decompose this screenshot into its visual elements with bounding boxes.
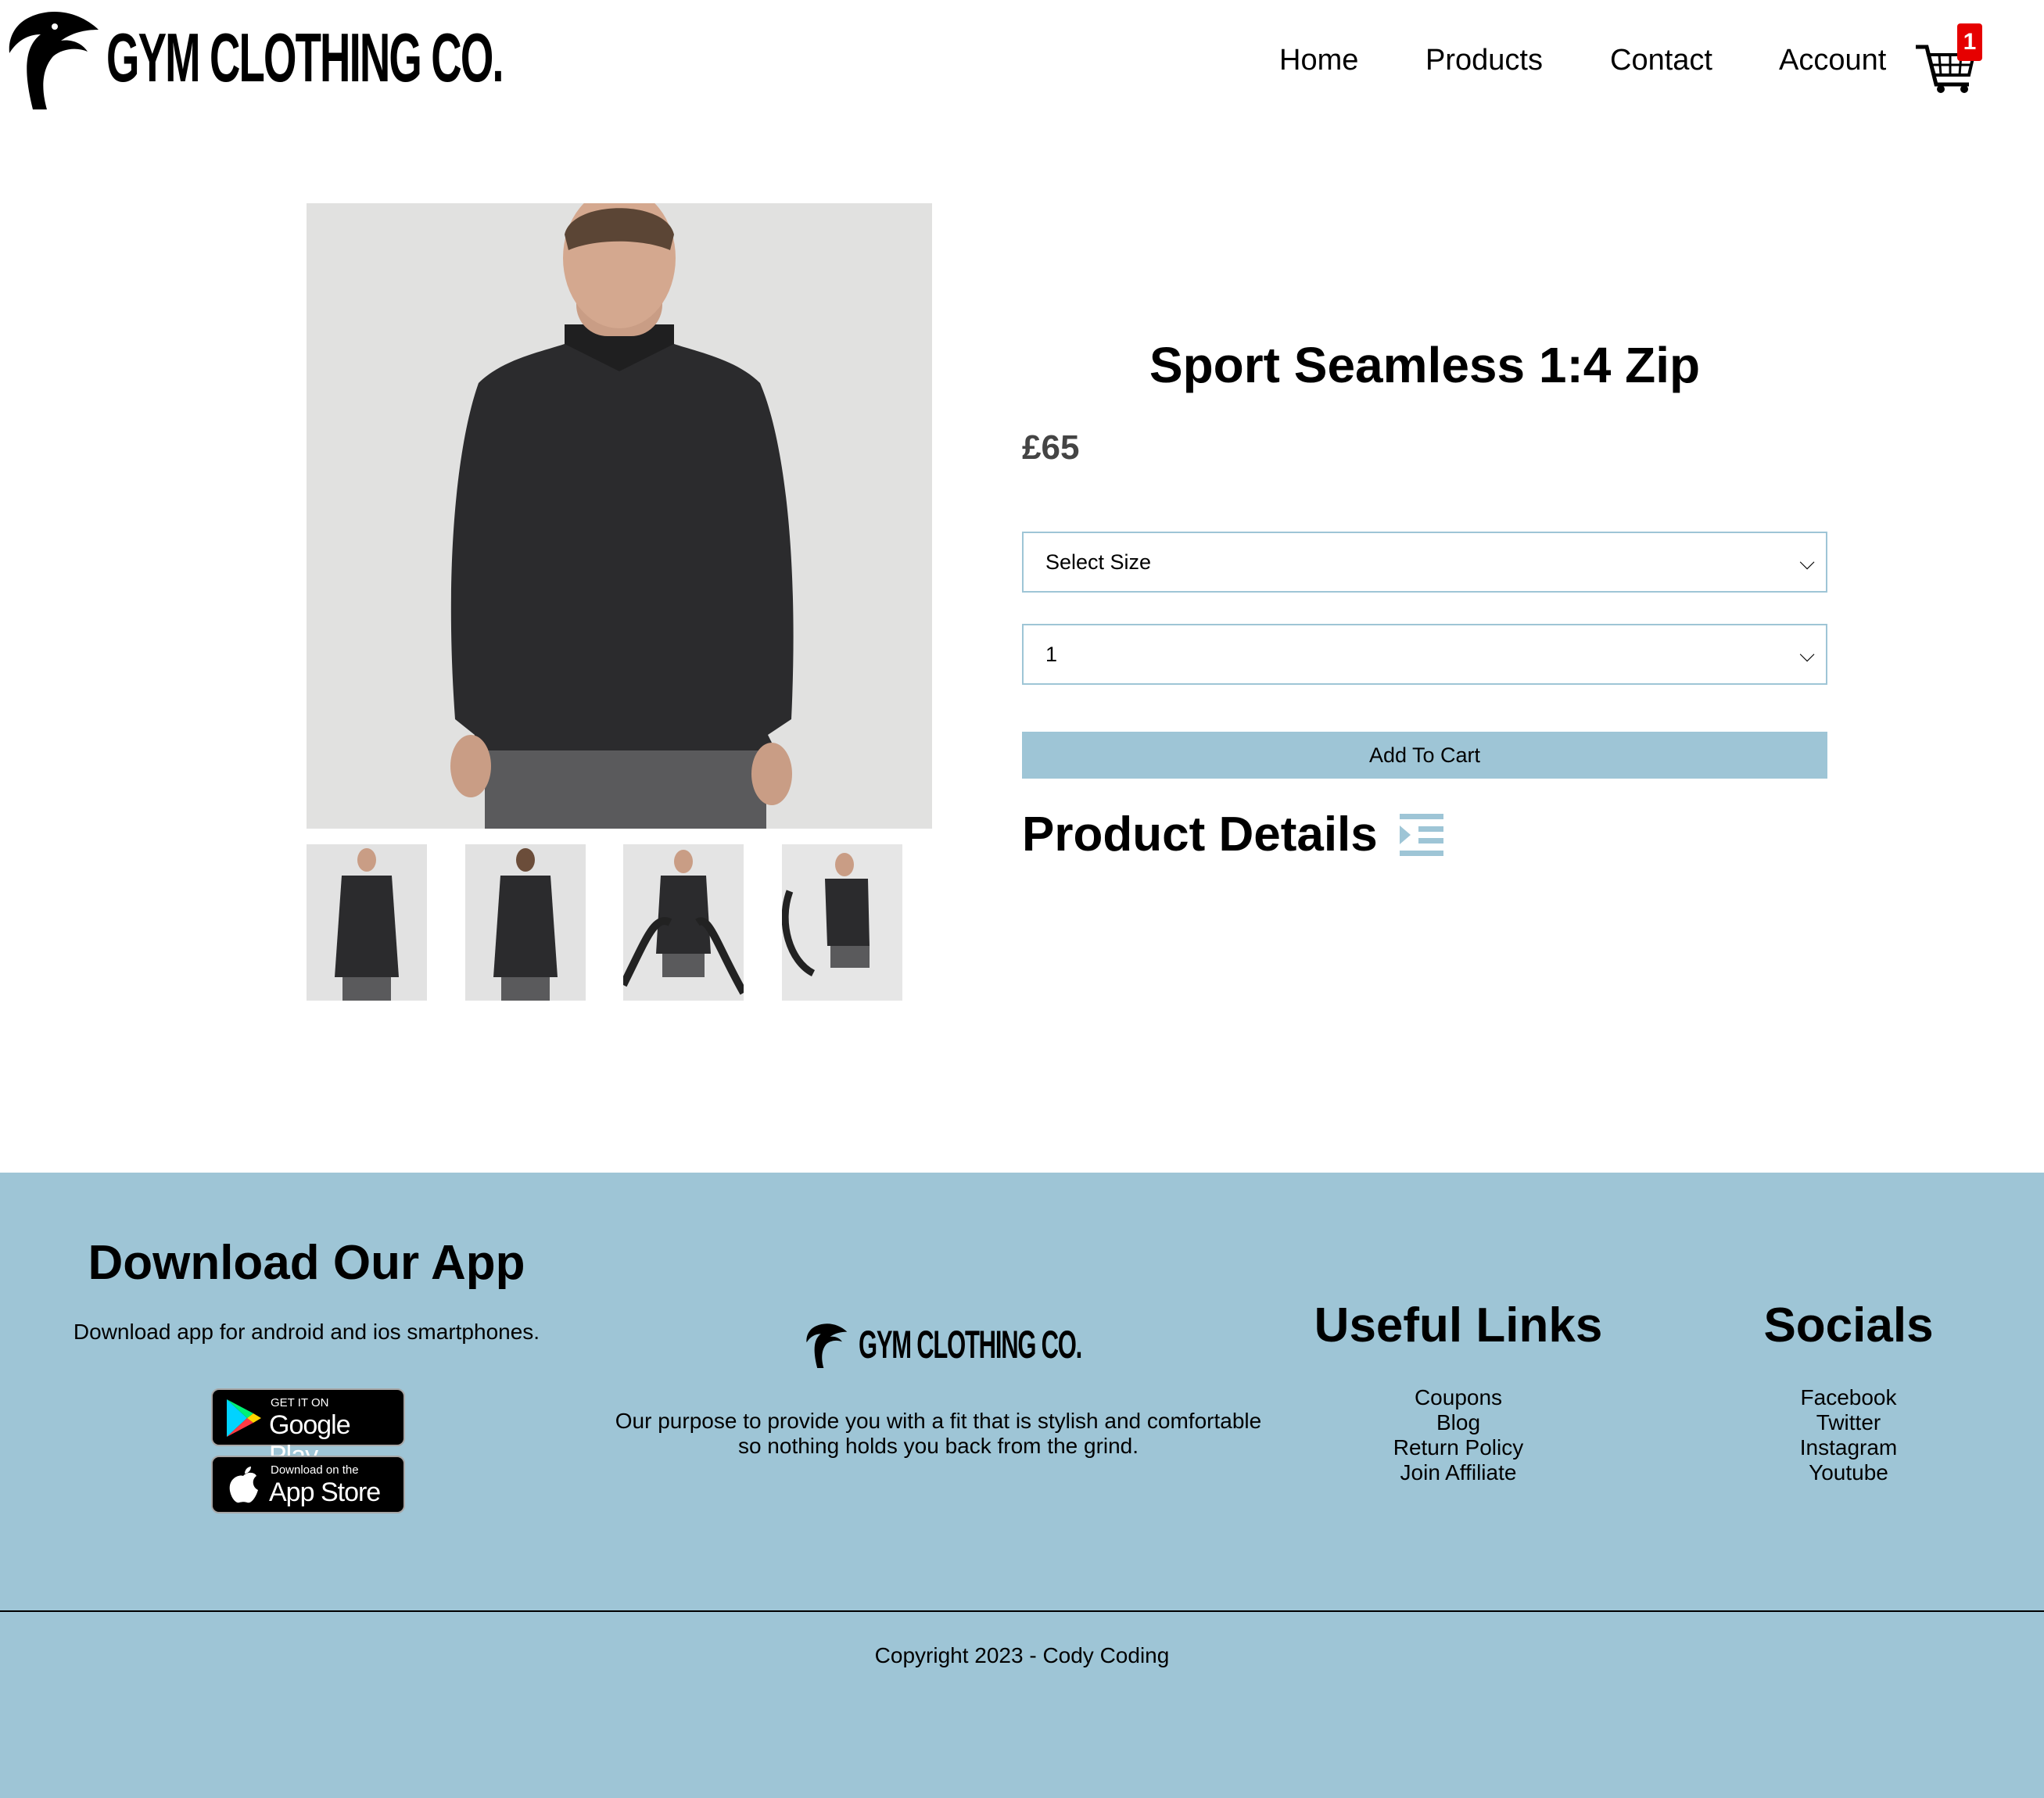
product-title: Sport Seamless 1:4 Zip: [1149, 337, 1701, 393]
socials-list: Facebook Twitter Instagram Youtube: [1692, 1385, 2005, 1485]
download-app-subtitle: Download app for android and ios smartph…: [73, 1320, 540, 1344]
google-play-icon: [227, 1399, 261, 1437]
app-store-big-text: App Store: [269, 1477, 381, 1507]
size-select-value: Select Size: [1045, 550, 1152, 574]
site-header: GYM CLOTHING CO. Home Products Contact A…: [0, 0, 2044, 125]
nav-products[interactable]: Products: [1425, 44, 1543, 77]
cart-count-badge: 1: [1957, 23, 1982, 61]
footer-link-coupons[interactable]: Coupons: [1282, 1385, 1634, 1410]
nav-account[interactable]: Account: [1779, 44, 1886, 77]
product-thumbnail-3[interactable]: [623, 844, 744, 1001]
site-footer: Download Our App Download app for androi…: [0, 1173, 2044, 1798]
footer-divider: [0, 1610, 2044, 1612]
chevron-down-icon: ⌵: [1799, 643, 1815, 666]
product-main-image[interactable]: [307, 203, 932, 829]
copyright-text: Copyright 2023 - Cody Coding: [874, 1643, 1170, 1667]
footer-link-blog[interactable]: Blog: [1282, 1410, 1634, 1435]
product-price: £65: [1022, 428, 1080, 467]
brand-name: GYM CLOTHING CO.: [106, 19, 504, 96]
google-play-small-text: GET IT ON: [271, 1396, 329, 1409]
useful-links-list: Coupons Blog Return Policy Join Affiliat…: [1282, 1385, 1634, 1485]
nav-home[interactable]: Home: [1279, 44, 1358, 77]
quantity-select[interactable]: 1 ⌵: [1022, 624, 1827, 685]
socials-heading: Socials: [1763, 1298, 1934, 1352]
social-link-twitter[interactable]: Twitter: [1692, 1410, 2005, 1435]
footer-brand-name: GYM CLOTHING CO.: [859, 1323, 1082, 1366]
google-play-button[interactable]: GET IT ON Google Play: [211, 1388, 405, 1470]
product-details-heading: Product Details: [1022, 808, 1378, 861]
product-thumbnail-2[interactable]: [465, 844, 586, 1001]
purpose-line-1: Our purpose to provide you with a fit th…: [615, 1409, 1262, 1433]
nav-contact[interactable]: Contact: [1610, 44, 1712, 77]
social-link-facebook[interactable]: Facebook: [1692, 1385, 2005, 1410]
quantity-select-value: 1: [1045, 643, 1058, 666]
product-thumbnail-4[interactable]: [782, 844, 902, 1001]
hawk-icon: [806, 1323, 848, 1368]
footer-brand-logo: GYM CLOTHING CO.: [799, 1321, 1218, 1368]
product-details-toggle[interactable]: Product Details: [1022, 807, 1443, 862]
download-app-heading: Download Our App: [88, 1236, 525, 1290]
useful-links-heading: Useful Links: [1314, 1298, 1603, 1352]
social-link-instagram[interactable]: Instagram: [1692, 1435, 2005, 1460]
purpose-statement: Our purpose to provide you with a fit th…: [602, 1409, 1275, 1459]
app-store-button[interactable]: Download on the App Store: [211, 1456, 405, 1513]
add-to-cart-button[interactable]: Add To Cart: [1022, 732, 1827, 779]
hawk-icon: [9, 12, 99, 109]
size-select[interactable]: Select Size ⌵: [1022, 532, 1827, 593]
apple-icon: [229, 1467, 258, 1503]
footer-link-return-policy[interactable]: Return Policy: [1282, 1435, 1634, 1460]
footer-link-join-affiliate[interactable]: Join Affiliate: [1282, 1460, 1634, 1485]
purpose-line-2: so nothing holds you back from the grind…: [737, 1434, 1139, 1458]
brand-logo[interactable]: GYM CLOTHING CO.: [6, 6, 745, 109]
social-link-youtube[interactable]: Youtube: [1692, 1460, 2005, 1485]
chevron-down-icon: ⌵: [1799, 550, 1815, 574]
app-store-small-text: Download on the: [271, 1463, 359, 1477]
product-thumbnail-1[interactable]: [307, 844, 427, 1001]
indent-list-icon: [1399, 813, 1443, 856]
